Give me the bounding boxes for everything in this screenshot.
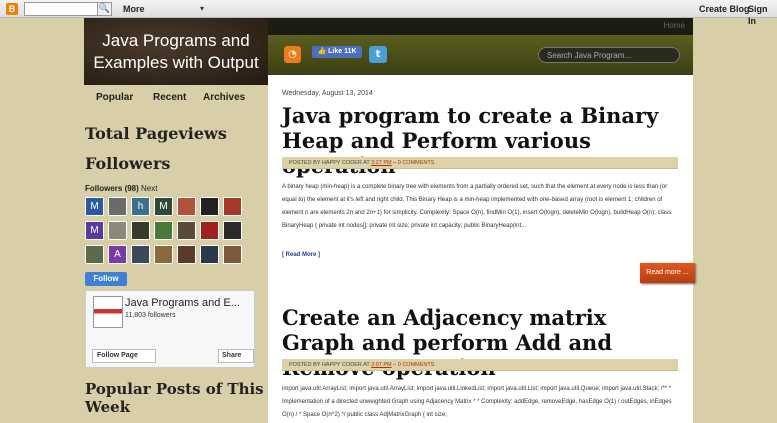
follower-avatar[interactable]: [154, 221, 173, 240]
fb-followers-count: 11,803 followers: [125, 312, 176, 319]
popular-posts-heading: Popular Posts of This Week: [85, 380, 264, 416]
tab-recent[interactable]: Recent: [153, 92, 186, 104]
blog-header: Java Programs and Examples with Output: [84, 18, 268, 85]
post-comments-link[interactable]: 0 comments: [398, 160, 435, 166]
follow-button[interactable]: Follow: [85, 272, 127, 286]
follower-avatar[interactable]: M: [85, 221, 104, 240]
fb-share-button[interactable]: Share: [218, 349, 254, 363]
post-excerpt: import java.util.ArrayList; import java.…: [282, 386, 672, 418]
facebook-page-widget: Java Programs and E... 11,803 followers …: [85, 290, 255, 368]
post-comments-link[interactable]: 0 comments: [398, 362, 435, 368]
read-more-button[interactable]: Read more ...: [640, 263, 695, 283]
follower-avatar[interactable]: M: [154, 197, 173, 216]
sign-in-link[interactable]: Sign In: [748, 3, 777, 27]
follower-avatar[interactable]: [85, 245, 104, 264]
blog-title[interactable]: Java Programs and Examples with Output: [84, 30, 268, 74]
chevron-down-icon[interactable]: ▾: [200, 3, 204, 15]
page-thumbnail[interactable]: [93, 296, 123, 328]
followers-heading: Followers: [85, 154, 171, 173]
follower-avatar[interactable]: [223, 221, 242, 240]
post-excerpt: A binary heap (min-heap) is a complete b…: [282, 184, 672, 229]
search-icon[interactable]: 🔍: [97, 3, 111, 15]
follower-avatar[interactable]: [177, 221, 196, 240]
post-meta: Posted by Happy Coder at 3:07 PM – 0 com…: [282, 359, 678, 371]
blogger-logo-icon[interactable]: B: [6, 3, 18, 15]
follower-avatar[interactable]: [200, 245, 219, 264]
follower-avatar[interactable]: [177, 197, 196, 216]
followers-count: Followers (98) Next: [85, 184, 157, 194]
follower-avatar[interactable]: h: [131, 197, 150, 216]
total-pageviews-heading: Total Pageviews: [85, 124, 227, 143]
follower-avatar[interactable]: [108, 197, 127, 216]
followers-count-text: Followers (98): [85, 184, 139, 193]
follower-avatar[interactable]: [177, 245, 196, 264]
follower-avatar[interactable]: [131, 221, 150, 240]
create-blog-link[interactable]: Create Blog: [699, 3, 750, 15]
social-bar: ◔ 👍 Like 11K t Search Java Program...: [268, 35, 693, 75]
follower-avatar[interactable]: [200, 221, 219, 240]
follower-avatar[interactable]: [131, 245, 150, 264]
home-link[interactable]: Home: [664, 20, 685, 32]
more-menu[interactable]: More: [123, 3, 145, 15]
top-strip: Home: [268, 18, 693, 35]
navbar-search-input[interactable]: 🔍: [24, 2, 112, 16]
follower-avatar[interactable]: [200, 197, 219, 216]
rss-icon[interactable]: ◔: [284, 46, 301, 63]
follower-avatar[interactable]: [223, 197, 242, 216]
search-placeholder: Search Java Program...: [547, 51, 632, 60]
follower-avatar[interactable]: [154, 245, 173, 264]
fb-follow-page-button[interactable]: Follow Page: [92, 349, 156, 363]
search-input[interactable]: Search Java Program...: [538, 47, 680, 63]
tab-archives[interactable]: Archives: [203, 92, 245, 104]
tab-popular[interactable]: Popular: [96, 92, 133, 104]
post-time-link[interactable]: 3:07 PM: [371, 362, 391, 368]
fb-page-name[interactable]: Java Programs and E...: [125, 297, 240, 310]
follower-avatar[interactable]: M: [85, 197, 104, 216]
follower-avatar[interactable]: [223, 245, 242, 264]
post-author: Posted by Happy Coder at: [289, 362, 372, 368]
follower-avatar[interactable]: A: [108, 245, 127, 264]
read-more-link[interactable]: [ Read More ]: [282, 251, 320, 260]
blogger-navbar: B 🔍 More ▾ Create Blog Sign In: [0, 0, 777, 26]
post-date: Wednesday, August 13, 2014: [282, 90, 373, 97]
main-content: Wednesday, August 13, 2014 Java program …: [268, 75, 695, 423]
twitter-icon[interactable]: t: [369, 46, 387, 63]
facebook-like-button[interactable]: 👍 Like 11K: [312, 46, 362, 58]
follower-avatar[interactable]: [108, 221, 127, 240]
post-time-link[interactable]: 3:27 PM: [371, 160, 391, 166]
post-author: Posted by Happy Coder at: [289, 160, 372, 166]
post-meta: Posted by Happy Coder at 3:27 PM – 0 com…: [282, 157, 678, 169]
followers-next-link[interactable]: Next: [141, 184, 157, 193]
